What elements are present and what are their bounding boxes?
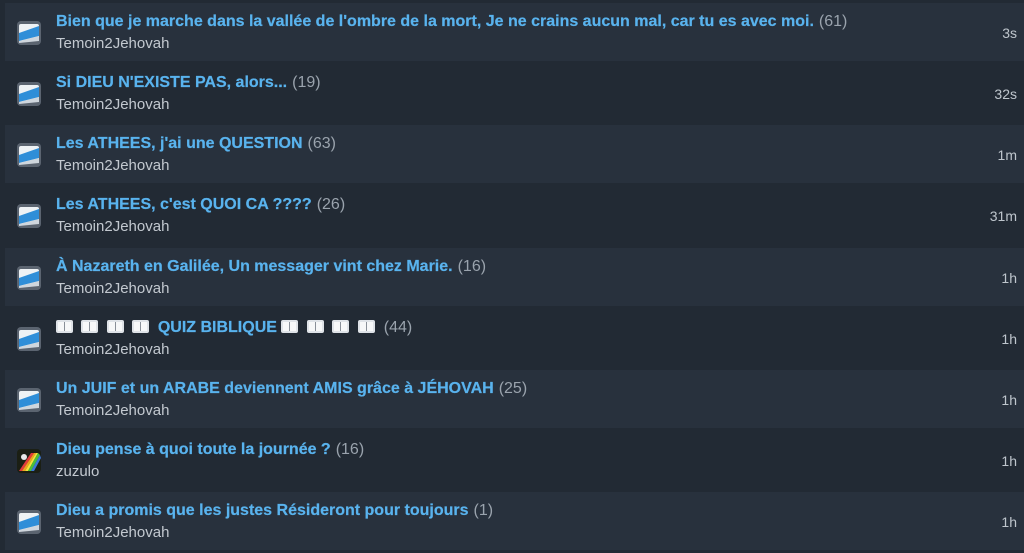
open-book-icon	[357, 320, 375, 333]
topic-time: 1h	[1001, 331, 1017, 347]
topic-row[interactable]: Dieu pense à quoi toute la journée ? (16)…	[5, 431, 1024, 489]
reply-count: (16)	[335, 441, 365, 458]
topic-author[interactable]: Temoin2Jehovah	[56, 402, 169, 420]
topic-time: 1h	[1001, 514, 1017, 530]
reply-count: (16)	[457, 258, 487, 275]
reply-count: (1)	[473, 502, 494, 519]
topic-title[interactable]: Dieu pense à quoi toute la journée ?	[56, 441, 331, 458]
topic-time: 1m	[997, 147, 1017, 163]
topic-row[interactable]: Les ATHEES, c'est QUOI CA ???? (26) Temoi…	[5, 186, 1024, 244]
topic-author[interactable]: Temoin2Jehovah	[56, 35, 169, 53]
topic-title[interactable]: Dieu a promis que les justes Résideront …	[56, 502, 469, 519]
topic-title[interactable]: À Nazareth en Galilée, Un messager vint …	[56, 258, 453, 275]
topic-list: Bien que je marche dans la vallée de l'o…	[0, 0, 1024, 553]
reply-count: (44)	[383, 319, 413, 336]
topic-icon	[17, 266, 41, 290]
topic-row[interactable]: QUIZ BIBLIQUE (44) Temoin2Jehovah 1h	[5, 309, 1024, 367]
topic-author[interactable]: Temoin2Jehovah	[56, 96, 169, 114]
topic-title[interactable]: Les ATHEES, j'ai une QUESTION	[56, 135, 303, 152]
reply-count: (26)	[316, 196, 346, 213]
topic-author[interactable]: Temoin2Jehovah	[56, 341, 169, 359]
topic-row[interactable]: Bien que je marche dans la vallée de l'o…	[5, 3, 1024, 61]
open-book-icon	[132, 320, 150, 333]
topic-time: 32s	[994, 86, 1017, 102]
topic-title[interactable]: Un JUIF et un ARABE deviennent AMIS grâc…	[56, 380, 494, 397]
reply-count: (63)	[307, 135, 336, 152]
topic-title[interactable]: Bien que je marche dans la vallée de l'o…	[56, 13, 814, 30]
topic-author[interactable]: zuzulo	[56, 463, 99, 481]
open-book-icon	[332, 320, 350, 333]
topic-author[interactable]: Temoin2Jehovah	[56, 218, 169, 236]
open-book-icon	[56, 320, 73, 333]
topic-title-text: QUIZ BIBLIQUE	[157, 319, 277, 336]
topic-icon	[17, 82, 41, 106]
topic-icon	[17, 21, 41, 45]
topic-icon	[17, 388, 41, 412]
topic-author[interactable]: Temoin2Jehovah	[56, 280, 169, 298]
topic-row[interactable]: Si DIEU N'EXISTE PAS, alors... (19) Temoi…	[5, 64, 1024, 122]
topic-author[interactable]: Temoin2Jehovah	[56, 157, 169, 175]
topic-row[interactable]: À Nazareth en Galilée, Un messager vint …	[5, 248, 1024, 306]
topic-icon	[17, 143, 41, 167]
rainbow-avatar	[17, 449, 41, 473]
topic-time: 1h	[1001, 392, 1017, 408]
topic-author[interactable]: Temoin2Jehovah	[56, 524, 169, 542]
topic-icon	[17, 510, 41, 534]
topic-time: 3s	[1002, 25, 1017, 41]
reply-count: (25)	[498, 380, 528, 397]
topic-row[interactable]: Les ATHEES, j'ai une QUESTION (63) Temoin…	[5, 125, 1024, 183]
open-book-icon	[106, 320, 124, 333]
open-book-icon	[306, 320, 324, 333]
topic-row[interactable]: Un JUIF et un ARABE deviennent AMIS grâc…	[5, 370, 1024, 428]
topic-icon	[17, 204, 41, 228]
topic-title[interactable]: Les ATHEES, c'est QUOI CA ????	[56, 196, 312, 213]
topic-time: 1h	[1001, 453, 1017, 469]
open-book-icon	[81, 320, 99, 333]
topic-title[interactable]: Si DIEU N'EXISTE PAS, alors...	[56, 74, 287, 91]
topic-icon	[17, 327, 41, 351]
topic-row[interactable]: Dieu a promis que les justes Résideront …	[5, 492, 1024, 550]
reply-count: (19)	[292, 74, 321, 91]
topic-title[interactable]: QUIZ BIBLIQUE	[56, 319, 379, 336]
topic-time: 1h	[1001, 270, 1017, 286]
topic-time: 31m	[989, 208, 1017, 224]
reply-count: (61)	[818, 13, 848, 30]
open-book-icon	[281, 320, 299, 333]
